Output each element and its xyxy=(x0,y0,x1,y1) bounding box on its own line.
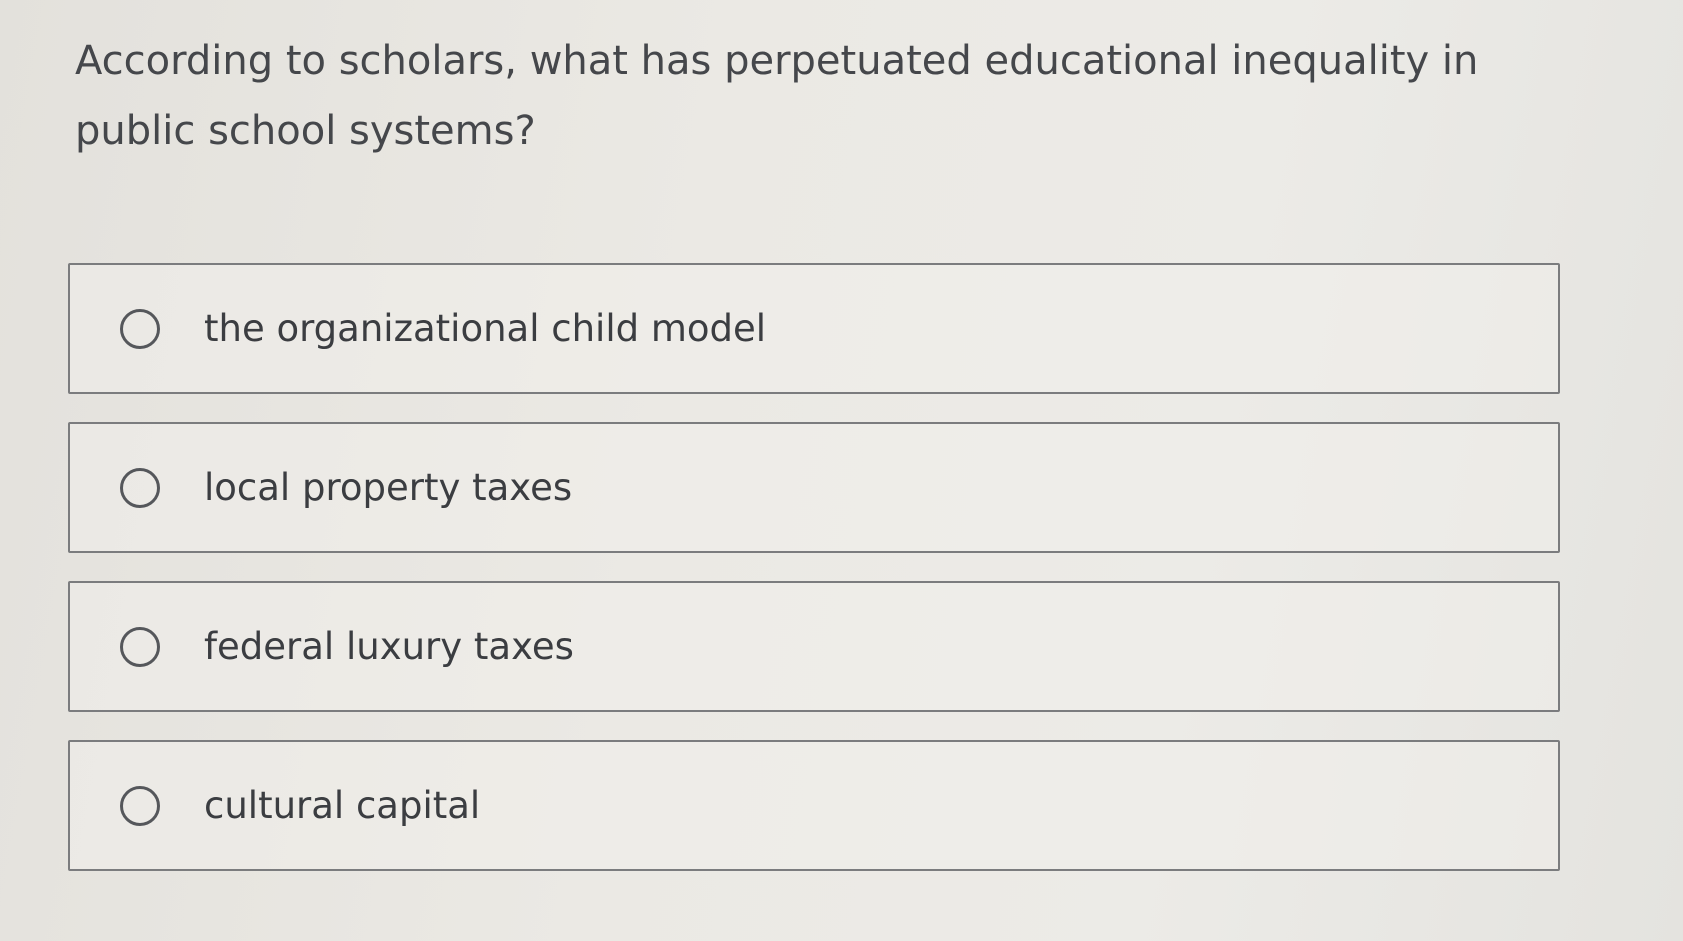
answer-option-label: local property taxes xyxy=(204,466,573,509)
radio-button-icon[interactable] xyxy=(120,308,160,349)
answer-option-2[interactable]: local property taxes xyxy=(68,422,1560,553)
radio-button-icon[interactable] xyxy=(120,626,160,667)
answer-option-1[interactable]: the organizational child model xyxy=(68,263,1560,394)
answer-option-3[interactable]: federal luxury taxes xyxy=(68,581,1560,712)
answer-option-label: the organizational child model xyxy=(204,307,767,350)
answer-option-label: cultural capital xyxy=(204,784,481,827)
radio-button-icon[interactable] xyxy=(120,467,160,508)
answer-options: the organizational child model local pro… xyxy=(68,263,1560,899)
answer-option-4[interactable]: cultural capital xyxy=(68,740,1560,871)
answer-option-label: federal luxury taxes xyxy=(204,625,574,668)
question-text: According to scholars, what has perpetua… xyxy=(75,38,1479,154)
quiz-screen: According to scholars, what has perpetua… xyxy=(0,0,1683,941)
radio-button-icon[interactable] xyxy=(120,785,160,826)
